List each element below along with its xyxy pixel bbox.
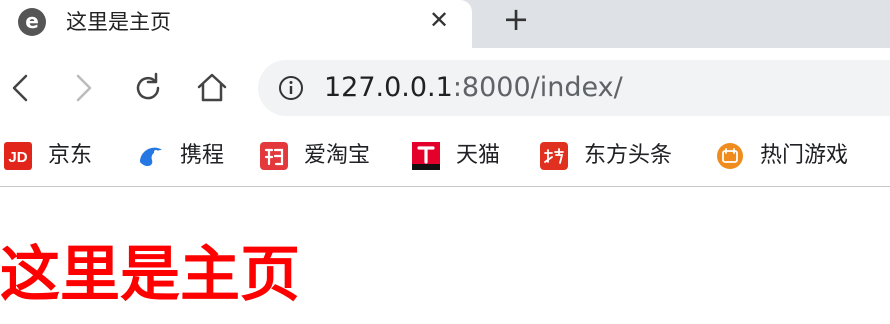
bookmark-label: 天猫 — [456, 143, 501, 168]
bookmark-label: 东方头条 — [584, 143, 673, 168]
home-icon — [197, 73, 227, 102]
forward-arrow-icon — [76, 74, 92, 102]
bookmark-label: 爱淘宝 — [304, 143, 371, 168]
bookmarks-bar: JD 京东 携程 爱淘宝 天猫 东方头条 热门游戏 — [0, 128, 890, 187]
bookmark-label: 携程 — [180, 143, 225, 168]
home-button[interactable] — [194, 70, 230, 106]
taobao-icon — [260, 142, 288, 170]
info-icon[interactable] — [278, 75, 304, 101]
url-host: 127.0.0.1 — [324, 72, 453, 103]
toolbar: 127.0.0.1:8000/index/ — [0, 48, 890, 128]
svg-text:JD: JD — [8, 149, 27, 166]
back-arrow-icon — [12, 74, 28, 102]
tab-title: 这里是主页 — [66, 10, 171, 34]
back-button[interactable] — [2, 70, 38, 106]
reload-button[interactable] — [130, 70, 166, 106]
tab-close-button[interactable]: ✕ — [424, 5, 454, 35]
forward-button[interactable] — [66, 70, 102, 106]
tmall-icon — [412, 142, 440, 170]
address-bar[interactable]: 127.0.0.1:8000/index/ — [258, 60, 890, 116]
reload-icon — [136, 72, 160, 100]
page-heading: 这里是主页 — [0, 240, 300, 310]
browser-logo-icon: e — [18, 8, 46, 36]
tab-strip: e 这里是主页 ✕ + — [0, 0, 890, 48]
new-tab-button[interactable]: + — [500, 3, 532, 35]
jd-icon: JD — [4, 142, 32, 170]
bookmark-label: 热门游戏 — [760, 143, 849, 168]
url-text[interactable]: 127.0.0.1:8000/index/ — [324, 72, 623, 104]
url-path: :8000/index/ — [452, 72, 623, 103]
game-icon — [717, 143, 743, 169]
page-content: 这里是主页 — [0, 187, 890, 324]
bookmark-label: 京东 — [48, 143, 93, 168]
ctrip-icon — [140, 147, 162, 167]
eastday-icon — [540, 142, 568, 170]
active-tab[interactable]: e 这里是主页 ✕ — [0, 0, 472, 48]
